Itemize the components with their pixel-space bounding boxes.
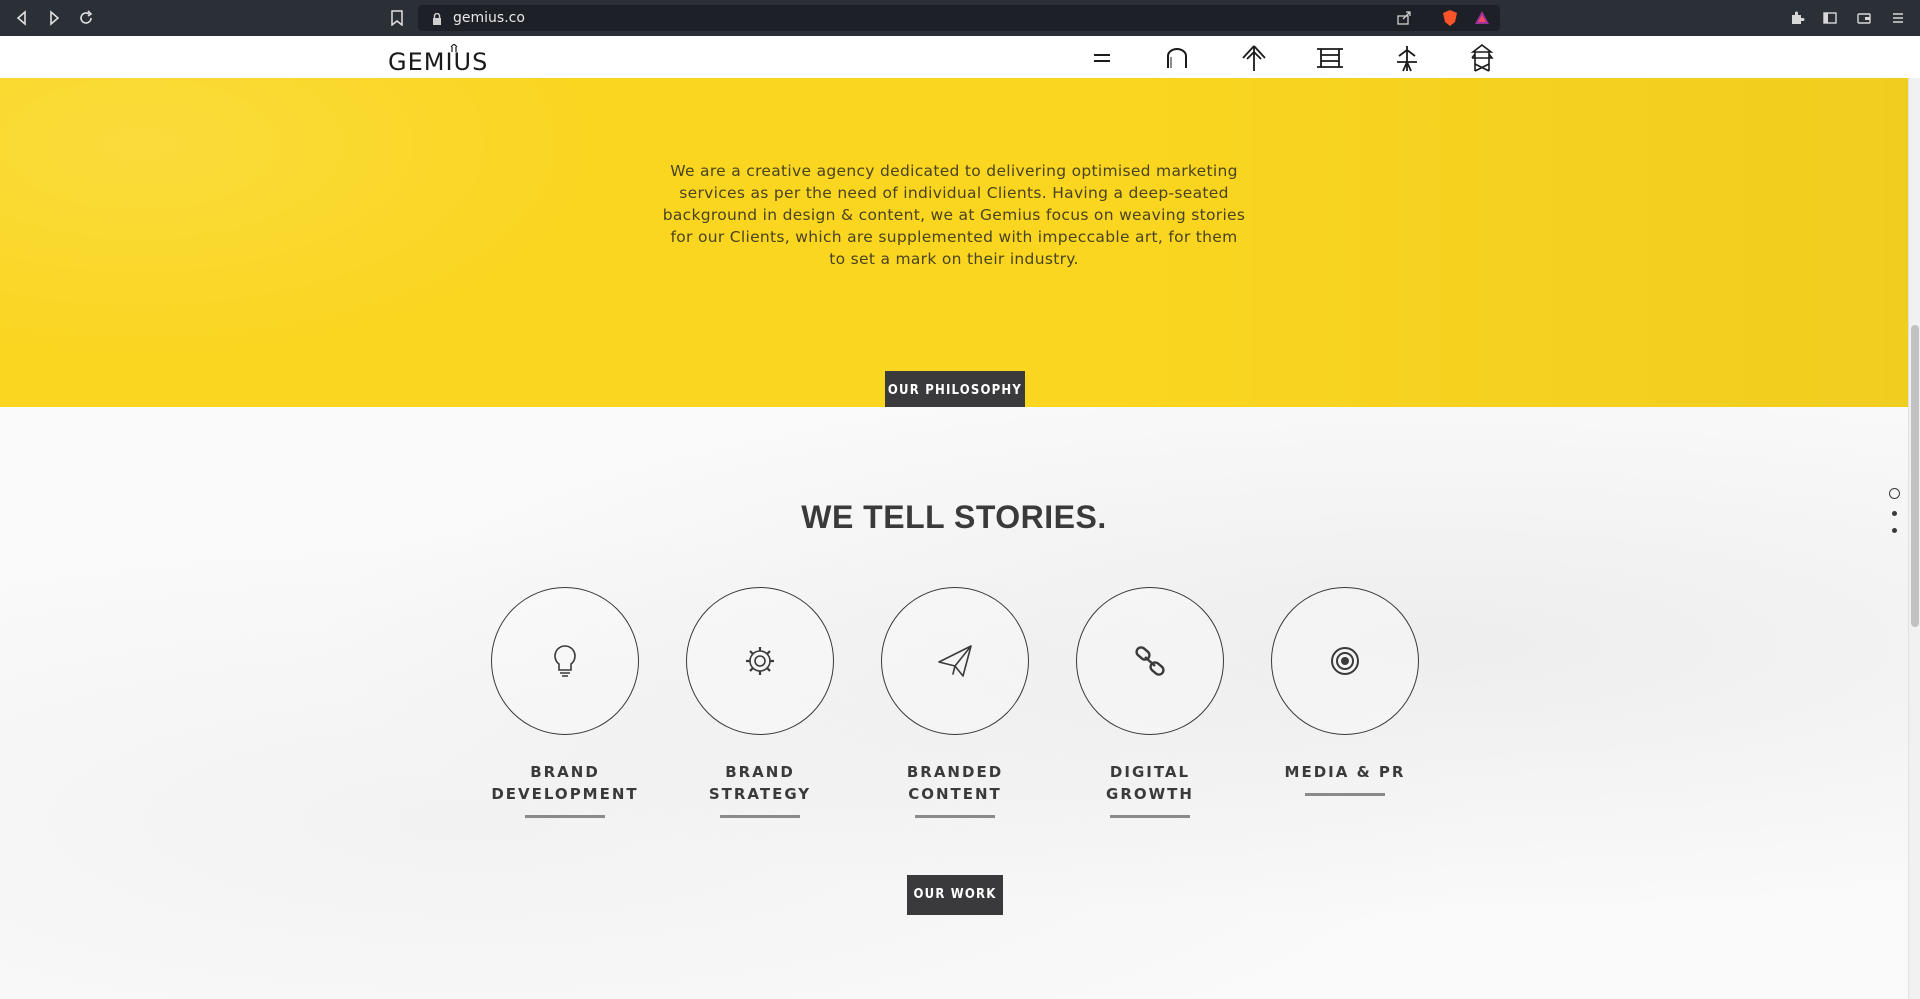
- our-philosophy-button[interactable]: OUR PHILOSOPHY: [885, 371, 1025, 407]
- lock-icon: [432, 11, 442, 30]
- pagination-dot[interactable]: [1891, 528, 1897, 533]
- url-text[interactable]: gemius.co: [453, 5, 525, 31]
- service-circle[interactable]: [881, 587, 1029, 735]
- service-underline: [1305, 793, 1385, 796]
- reload-icon[interactable]: [74, 6, 98, 30]
- gemius-logo[interactable]: GEMIUS: [388, 43, 504, 76]
- brave-rewards-icon[interactable]: [1470, 6, 1494, 30]
- wallet-icon[interactable]: [1852, 6, 1876, 30]
- forward-arrow-icon[interactable]: [42, 6, 66, 30]
- menu-icon[interactable]: [1086, 42, 1118, 74]
- pagoda-icon[interactable]: [1466, 42, 1498, 74]
- gear-icon: [746, 647, 774, 675]
- browser-toolbar: gemius.co: [0, 0, 1920, 36]
- service-circle[interactable]: [1271, 587, 1419, 735]
- brave-shield-icon[interactable]: [1438, 6, 1462, 30]
- site-header: GEMIUS: [0, 36, 1908, 78]
- target-icon: [1331, 647, 1359, 675]
- page-scrollbar[interactable]: [1908, 78, 1920, 999]
- back-arrow-icon[interactable]: [10, 6, 34, 30]
- section-pagination: [1887, 488, 1901, 545]
- scrollbar-thumb[interactable]: [1911, 325, 1919, 627]
- service-label: BRAND STRATEGY: [708, 763, 812, 803]
- extensions-icon[interactable]: [1785, 6, 1809, 30]
- paper-plane-icon: [938, 645, 972, 677]
- service-label: MEDIA & PR: [1284, 763, 1406, 781]
- service-underline: [525, 815, 605, 818]
- link-icon: [1135, 646, 1165, 676]
- service-brand-development[interactable]: BRAND DEVELOPMENT: [480, 587, 650, 818]
- pagination-dot[interactable]: [1891, 511, 1897, 516]
- service-circle[interactable]: [686, 587, 834, 735]
- sidebar-icon[interactable]: [1818, 6, 1842, 30]
- lightbulb-icon: [554, 645, 576, 677]
- stories-title: WE TELL STORIES.: [801, 499, 1107, 535]
- service-branded-content[interactable]: BRANDED CONTENT: [870, 587, 1040, 818]
- logo-text: GEMIUS: [388, 48, 488, 74]
- service-underline: [915, 815, 995, 818]
- service-circle[interactable]: [1076, 587, 1224, 735]
- service-brand-strategy[interactable]: BRAND STRATEGY: [675, 587, 845, 818]
- service-circle[interactable]: [491, 587, 639, 735]
- browser-menu-icon[interactable]: [1886, 6, 1910, 30]
- bookmark-icon[interactable]: [385, 6, 409, 30]
- share-icon[interactable]: [1392, 6, 1416, 30]
- hero-texture: [0, 78, 700, 407]
- service-label: BRANDED CONTENT: [906, 763, 1004, 803]
- hero-section: We are a creative agency dedicated to de…: [0, 78, 1908, 407]
- service-label: DIGITAL GROWTH: [1106, 763, 1194, 803]
- pagination-dot-active[interactable]: [1888, 488, 1900, 499]
- service-media-pr[interactable]: MEDIA & PR: [1260, 587, 1430, 796]
- bench-icon[interactable]: [1314, 42, 1346, 74]
- our-work-button[interactable]: OUR WORK: [907, 875, 1003, 915]
- stories-section: WE TELL STORIES. BRAND DEVELOPMENT BRAND…: [0, 407, 1908, 999]
- tower-icon[interactable]: [1391, 42, 1423, 74]
- service-underline: [1110, 815, 1190, 818]
- address-bar[interactable]: [418, 5, 1500, 31]
- service-digital-growth[interactable]: DIGITAL GROWTH: [1065, 587, 1235, 818]
- service-label: BRAND DEVELOPMENT: [491, 763, 639, 803]
- service-underline: [720, 815, 800, 818]
- arch-icon[interactable]: [1161, 42, 1193, 74]
- hero-intro-text: We are a creative agency dedicated to de…: [662, 162, 1246, 268]
- tree-icon[interactable]: [1238, 42, 1270, 74]
